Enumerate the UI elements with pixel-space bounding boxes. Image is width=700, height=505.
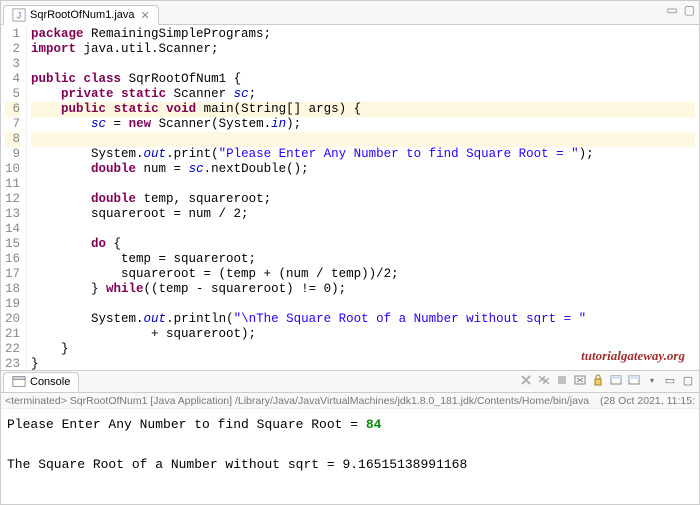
console-output[interactable]: Please Enter Any Number to find Square R…	[1, 409, 699, 504]
editor-tab[interactable]: J SqrRootOfNum1.java ✕	[3, 5, 159, 25]
pin-console-icon[interactable]	[609, 373, 623, 387]
dropdown-icon[interactable]: ▾	[645, 373, 659, 387]
editor-tab-label: SqrRootOfNum1.java	[30, 9, 135, 21]
console-launch-info: <terminated> SqrRootOfNum1 [Java Applica…	[1, 393, 699, 409]
clear-console-icon[interactable]	[573, 373, 587, 387]
watermark: tutorialgateway.org	[581, 348, 685, 364]
minimize-view-icon[interactable]: ▭	[663, 373, 677, 387]
editor-area: J SqrRootOfNum1.java ✕ ▭ ▢ 1234567891011…	[1, 1, 699, 371]
console-tab[interactable]: Console	[3, 372, 79, 392]
console-tab-label: Console	[30, 376, 70, 388]
maximize-view-icon[interactable]: ▢	[681, 373, 695, 387]
maximize-icon[interactable]: ▢	[684, 3, 695, 17]
remove-launch-icon[interactable]	[519, 373, 533, 387]
scroll-lock-icon[interactable]	[591, 373, 605, 387]
java-file-icon: J	[12, 8, 26, 22]
console-tab-bar: Console ▾ ▭ ▢	[1, 371, 699, 393]
terminate-icon[interactable]	[555, 373, 569, 387]
line-gutter: 1234567891011121314151617181920212223	[1, 25, 27, 370]
console-icon	[12, 375, 26, 389]
editor-window-controls: ▭ ▢	[666, 3, 695, 17]
code-body[interactable]: package RemainingSimplePrograms; import …	[27, 25, 699, 370]
display-selected-icon[interactable]	[627, 373, 641, 387]
editor-tab-bar: J SqrRootOfNum1.java ✕ ▭ ▢	[1, 1, 699, 25]
remove-all-icon[interactable]	[537, 373, 551, 387]
code-editor[interactable]: 1234567891011121314151617181920212223 pa…	[1, 25, 699, 370]
console-toolbar: ▾ ▭ ▢	[519, 373, 695, 387]
svg-text:J: J	[17, 11, 21, 21]
console-area: Console ▾ ▭ ▢ <terminated> SqrRootOfNum1…	[1, 371, 699, 504]
minimize-icon[interactable]: ▭	[666, 3, 677, 17]
close-icon[interactable]: ✕	[141, 9, 150, 22]
